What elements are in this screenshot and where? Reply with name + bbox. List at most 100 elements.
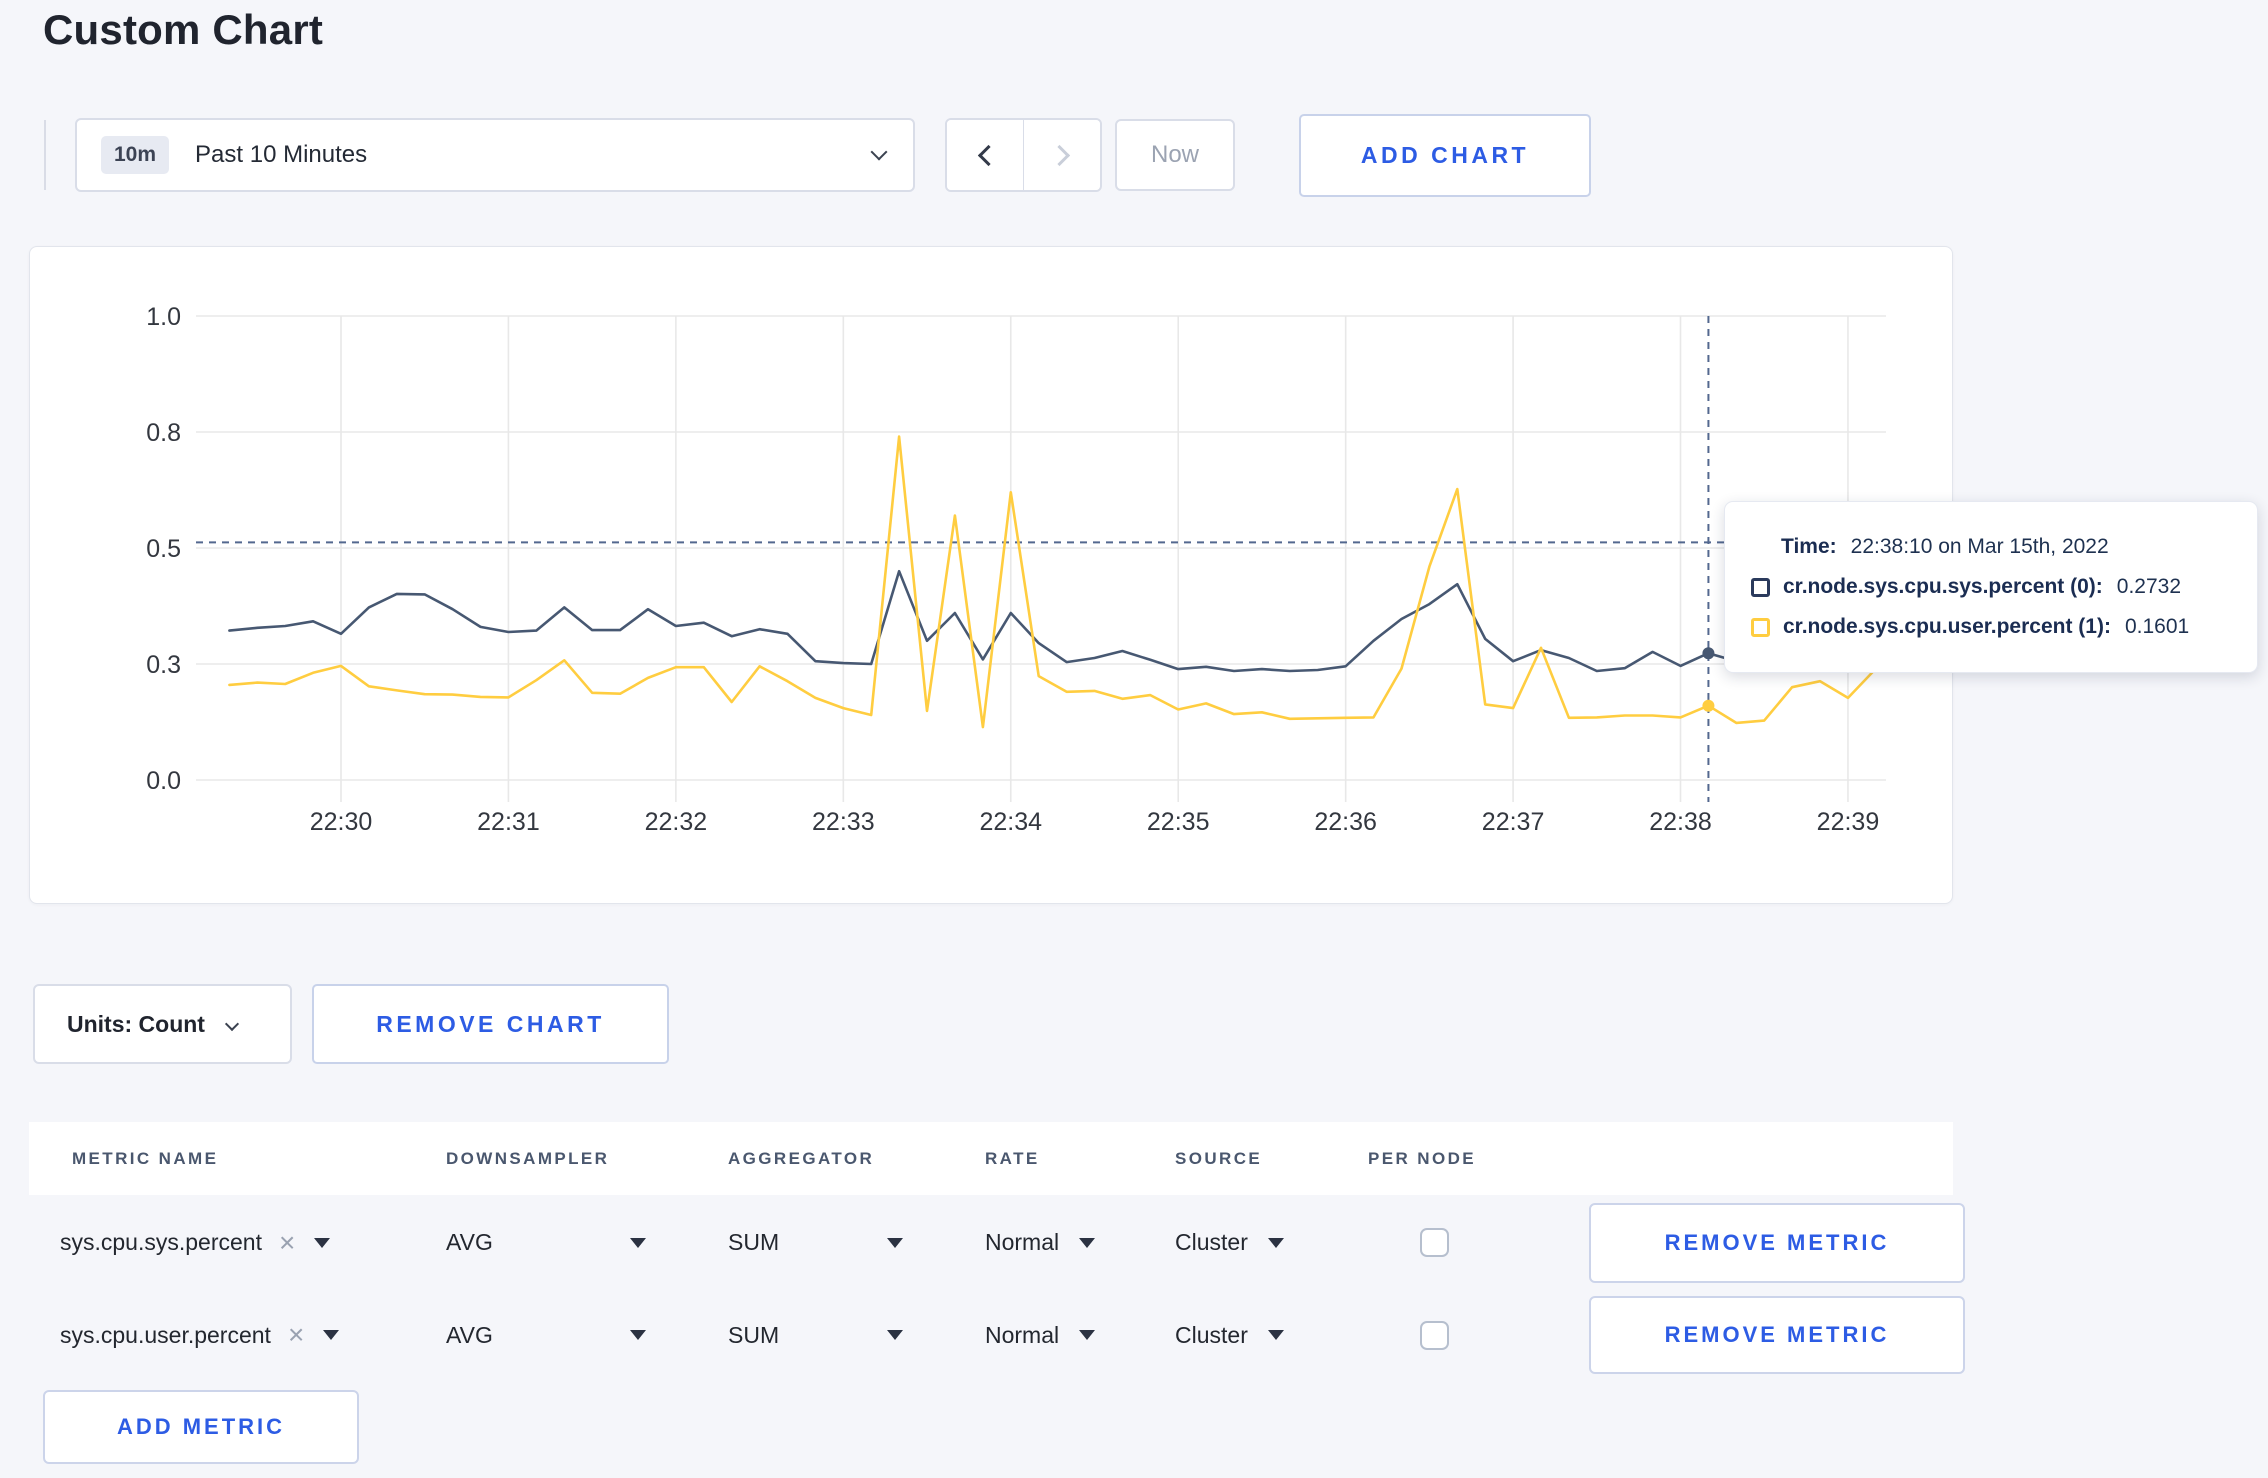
caret-down-icon — [1079, 1330, 1096, 1340]
column-header-source: SOURCE — [1175, 1148, 1263, 1168]
per-node-checkbox[interactable] — [1420, 1320, 1449, 1350]
rate-value: Normal — [985, 1229, 1060, 1255]
aggregator-dropdown[interactable]: SUM — [728, 1229, 903, 1256]
tooltip-series-name: cr.node.sys.cpu.sys.percent (0): — [1783, 575, 2103, 598]
x-axis-tick-label: 22:38 — [1649, 808, 1712, 836]
caret-down-icon — [887, 1330, 903, 1340]
x-axis-tick-label: 22:31 — [477, 808, 540, 836]
time-range-label: Past 10 Minutes — [195, 141, 368, 168]
caret-down-icon — [630, 1237, 646, 1248]
caret-down-icon — [1079, 1237, 1096, 1248]
remove-metric-button[interactable]: REMOVE METRIC — [1589, 1202, 1965, 1283]
time-pager — [945, 118, 1102, 192]
y-axis-tick-label: 0.0 — [146, 767, 181, 795]
x-axis-tick-label: 22:39 — [1817, 808, 1880, 836]
chevron-down-icon — [870, 143, 888, 161]
caret-down-icon — [314, 1237, 331, 1248]
tooltip-series-name: cr.node.sys.cpu.user.percent (1): — [1783, 615, 2111, 638]
per-node-checkbox[interactable] — [1420, 1228, 1449, 1257]
tooltip-time-value: 22:38:10 on Mar 15th, 2022 — [1850, 535, 2109, 558]
metric-name-value: sys.cpu.sys.percent — [60, 1229, 262, 1255]
y-axis-tick-label: 0.5 — [146, 535, 181, 563]
remove-chart-button[interactable]: REMOVE CHART — [312, 984, 669, 1064]
x-axis-tick-label: 22:36 — [1314, 808, 1377, 836]
series-line — [228, 569, 1878, 673]
chevron-right-icon — [1048, 144, 1070, 166]
x-axis-tick-label: 22:34 — [979, 808, 1042, 836]
aggregator-value: SUM — [728, 1321, 780, 1348]
metric-name-dropdown[interactable]: sys.cpu.user.percent — [29, 1321, 446, 1349]
downsampler-value: AVG — [446, 1321, 493, 1348]
rate-value: Normal — [985, 1321, 1060, 1348]
clear-metric-icon[interactable] — [279, 1229, 295, 1257]
y-axis-tick-label: 0.3 — [146, 651, 181, 679]
chart-footer: Units: Count REMOVE CHART — [33, 984, 669, 1064]
caret-down-icon — [1267, 1237, 1284, 1248]
remove-metric-button[interactable]: REMOVE METRIC — [1589, 1296, 1965, 1374]
now-button[interactable]: Now — [1115, 119, 1235, 191]
chart-card: 0.0 0.3 0.5 0.8 1.0 22:30 22:31 22:32 22:33 22:34… — [29, 246, 1953, 904]
tooltip-time-label: Time: — [1781, 535, 1837, 558]
user-series-swatch-icon — [1751, 617, 1770, 637]
column-header-rate: RATE — [985, 1148, 1040, 1168]
caret-down-icon — [630, 1330, 646, 1340]
hover-point-dot — [1702, 699, 1715, 712]
metrics-table: METRIC NAME DOWNSAMPLER AGGREGATOR RATE … — [29, 1122, 1965, 1464]
downsampler-value: AVG — [446, 1229, 493, 1255]
caret-down-icon — [1267, 1330, 1284, 1340]
x-axis-tick-label: 22:32 — [645, 808, 708, 836]
table-row: sys.cpu.user.percent AVG SUM Normal Clus… — [29, 1290, 1965, 1380]
toolbar: 10m Past 10 Minutes Now ADD CHART — [29, 113, 1591, 197]
add-metric-button[interactable]: ADD METRIC — [43, 1390, 359, 1464]
downsampler-dropdown[interactable]: AVG — [446, 1322, 646, 1349]
rate-dropdown[interactable]: Normal — [985, 1229, 1096, 1256]
downsampler-dropdown[interactable]: AVG — [446, 1229, 646, 1256]
page-title: Custom Chart — [43, 6, 324, 53]
tooltip-series-value: 0.2732 — [2116, 575, 2182, 598]
next-time-button[interactable] — [1024, 120, 1100, 190]
x-axis-tick-label: 22:37 — [1482, 808, 1545, 836]
x-axis-tick-label: 22:35 — [1147, 808, 1210, 836]
source-dropdown[interactable]: Cluster — [1175, 1229, 1284, 1256]
units-label: Units: Count — [67, 1010, 205, 1037]
y-axis-tick-label: 1.0 — [146, 303, 181, 331]
source-value: Cluster — [1175, 1229, 1248, 1255]
column-header-downsampler: DOWNSAMPLER — [446, 1148, 610, 1168]
time-range-dropdown[interactable]: 10m Past 10 Minutes — [75, 118, 915, 192]
chevron-left-icon — [977, 144, 999, 166]
column-header-metric-name: METRIC NAME — [72, 1148, 219, 1168]
tooltip-series-row: cr.node.sys.cpu.sys.percent (0): 0.2732 — [1751, 567, 2257, 607]
column-header-per-node: PER NODE — [1368, 1148, 1476, 1168]
tooltip-series-value: 0.1601 — [2124, 615, 2190, 638]
chevron-down-icon — [224, 1016, 240, 1032]
metrics-line-chart[interactable]: 0.0 0.3 0.5 0.8 1.0 22:30 22:31 22:32 22:33 22:34… — [30, 247, 1952, 903]
metric-name-value: sys.cpu.user.percent — [60, 1321, 271, 1348]
caret-down-icon — [887, 1237, 903, 1248]
clear-metric-icon[interactable] — [288, 1321, 304, 1349]
metrics-table-header: METRIC NAME DOWNSAMPLER AGGREGATOR RATE … — [29, 1122, 1953, 1195]
aggregator-dropdown[interactable]: SUM — [728, 1322, 903, 1349]
tooltip-series-row: cr.node.sys.cpu.user.percent (1): 0.1601 — [1751, 607, 2257, 647]
prev-time-button[interactable] — [947, 120, 1023, 190]
chart-tooltip: Time: 22:38:10 on Mar 15th, 2022 cr.node… — [1724, 501, 2258, 673]
x-axis-tick-label: 22:30 — [310, 808, 373, 836]
table-row: sys.cpu.sys.percent AVG SUM Normal Clust… — [29, 1195, 1965, 1290]
series-line — [228, 435, 1878, 729]
add-chart-button[interactable]: ADD CHART — [1299, 113, 1591, 197]
x-axis-tick-label: 22:33 — [812, 808, 875, 836]
y-axis-tick-label: 0.8 — [146, 419, 181, 447]
custom-chart-page: Custom Chart 10m Past 10 Minutes Now ADD… — [0, 0, 2268, 1478]
rate-dropdown[interactable]: Normal — [985, 1321, 1096, 1349]
column-header-aggregator: AGGREGATOR — [728, 1148, 875, 1168]
source-value: Cluster — [1175, 1321, 1248, 1348]
tooltip-time-row: Time: 22:38:10 on Mar 15th, 2022 — [1751, 527, 2257, 567]
hover-point-dot — [1702, 647, 1715, 660]
time-range-badge: 10m — [101, 136, 170, 174]
aggregator-value: SUM — [728, 1229, 780, 1255]
source-dropdown[interactable]: Cluster — [1175, 1322, 1284, 1349]
metric-name-dropdown[interactable]: sys.cpu.sys.percent — [29, 1229, 446, 1257]
toolbar-divider — [44, 120, 46, 190]
units-dropdown[interactable]: Units: Count — [33, 984, 292, 1064]
caret-down-icon — [323, 1330, 340, 1340]
sys-series-swatch-icon — [1751, 577, 1770, 597]
